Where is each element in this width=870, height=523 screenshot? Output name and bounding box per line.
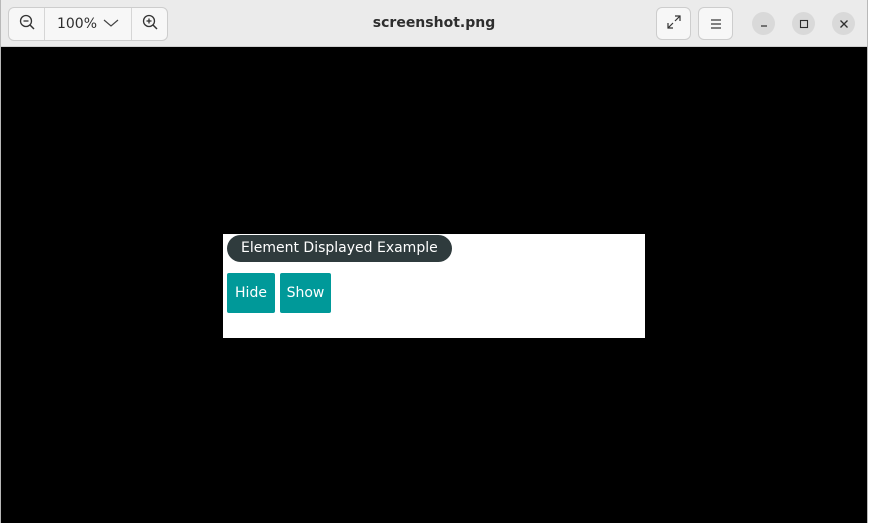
hide-button: Hide — [227, 273, 275, 313]
image-canvas: Element Displayed Example Hide Show — [1, 47, 867, 523]
hamburger-menu-icon — [710, 14, 722, 33]
example-heading: Element Displayed Example — [227, 235, 452, 262]
zoom-out-button[interactable] — [9, 8, 45, 40]
minimize-button[interactable] — [752, 12, 775, 35]
zoom-in-icon — [142, 14, 158, 34]
zoom-level-dropdown[interactable]: 100% — [45, 8, 131, 40]
close-icon — [839, 14, 849, 33]
maximize-button[interactable] — [792, 12, 815, 35]
fullscreen-button[interactable] — [656, 7, 691, 40]
zoom-in-button[interactable] — [131, 8, 167, 40]
minimize-icon — [759, 14, 769, 33]
zoom-out-icon — [19, 14, 35, 34]
chevron-down-icon — [103, 16, 119, 32]
displayed-image: Element Displayed Example Hide Show — [223, 234, 645, 338]
close-button[interactable] — [832, 12, 855, 35]
header-bar: 100% screenshot.png — [1, 0, 867, 47]
image-viewer-window: 100% screenshot.png Element Displayed Ex… — [0, 0, 868, 523]
show-button: Show — [280, 273, 331, 313]
maximize-icon — [799, 14, 809, 33]
zoom-controls: 100% — [8, 7, 168, 41]
main-menu-button[interactable] — [698, 7, 733, 40]
zoom-level-value: 100% — [56, 16, 98, 32]
fullscreen-icon — [666, 14, 681, 33]
